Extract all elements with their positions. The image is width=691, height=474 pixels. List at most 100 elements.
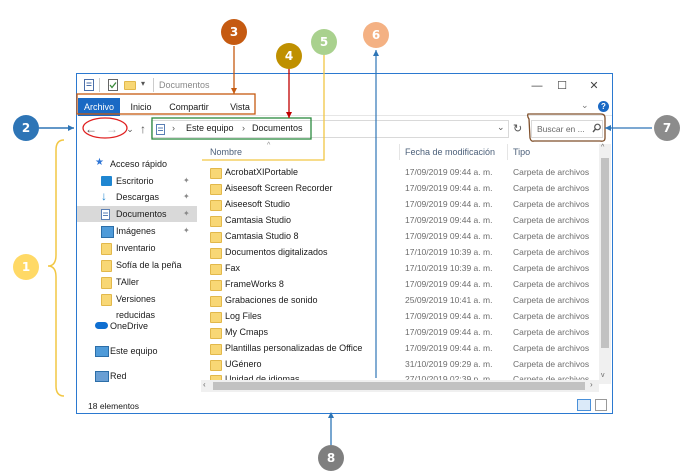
sidebar-item-label: Sofía de la peña [116, 260, 182, 270]
details-view-icon[interactable] [577, 399, 591, 411]
checkmark-document-icon[interactable] [107, 79, 119, 91]
sidebar-item-escritorio[interactable]: Escritorio ✦ [77, 173, 197, 189]
sidebar-item-onedrive[interactable]: OneDrive [77, 318, 197, 334]
folder-icon [210, 280, 222, 291]
close-button[interactable]: ✕ [579, 77, 609, 95]
sidebar-item-label: Escritorio [116, 176, 154, 186]
sidebar-item-red[interactable]: Red [77, 368, 197, 384]
table-row[interactable]: Plantillas personalizadas de Office 17/09… [201, 341, 599, 357]
table-row[interactable]: Documentos digitalizados 17/10/2019 10:39… [201, 245, 599, 261]
file-date: 17/09/2019 09:44 a. m. [405, 311, 493, 321]
table-row[interactable]: AcrobatXIPortable 17/09/2019 09:44 a. m. C… [201, 165, 599, 181]
pin-icon[interactable]: ✦ [183, 206, 190, 222]
breadcrumb-separator-2: › [242, 123, 245, 133]
column-header-type[interactable]: Tipo [513, 147, 530, 157]
tab-archivo[interactable]: Archivo [78, 98, 120, 116]
table-row[interactable]: Aiseesoft Studio 17/09/2019 09:44 a. m. Ca… [201, 197, 599, 213]
file-date: 17/09/2019 09:44 a. m. [405, 231, 493, 241]
table-row[interactable]: Fax 17/10/2019 10:39 a. m. Carpeta de arch… [201, 261, 599, 277]
sidebar-item-label: Este equipo [110, 346, 158, 356]
qat-divider [99, 78, 100, 92]
pin-icon[interactable]: ✦ [183, 189, 190, 205]
folder-icon [210, 344, 222, 355]
sidebar-item-este-equipo[interactable]: Este equipo [77, 343, 197, 359]
sidebar-item-label: Imágenes [116, 226, 156, 236]
folder-icon [210, 264, 222, 275]
refresh-icon[interactable]: ↻ [513, 122, 522, 135]
callout-3: 3 [221, 19, 247, 45]
sidebar-item-documentos[interactable]: Documentos ✦ [77, 206, 197, 222]
up-arrow-icon[interactable]: ↑ [135, 121, 151, 137]
folder-icon [210, 184, 222, 195]
sidebar-item-descargas[interactable]: ↓ Descargas ✦ [77, 189, 197, 205]
sidebar-item-label: Descargas [116, 192, 160, 202]
search-icon[interactable] [592, 123, 601, 136]
scroll-up-icon[interactable]: ^ [601, 144, 604, 151]
properties-icon[interactable] [83, 79, 95, 91]
breadcrumb-este-equipo[interactable]: Este equipo [186, 123, 234, 133]
breadcrumb-documentos[interactable]: Documentos [252, 123, 303, 133]
new-folder-icon[interactable] [124, 81, 136, 90]
file-date: 17/10/2019 10:39 a. m. [405, 247, 493, 257]
address-bar[interactable]: › Este equipo › Documentos ⌄ [151, 120, 509, 138]
callout-1: 1 [13, 254, 39, 280]
table-row[interactable]: Camtasia Studio 17/09/2019 09:44 a. m. Car… [201, 213, 599, 229]
address-dropdown-icon[interactable]: ⌄ [497, 122, 505, 133]
sidebar-item-sofia-de-la-pena[interactable]: Sofía de la peña [77, 257, 197, 273]
file-name: Grabaciones de sonido [225, 295, 318, 305]
table-row[interactable]: Camtasia Studio 8 17/09/2019 09:44 a. m. C… [201, 229, 599, 245]
search-box[interactable]: Buscar en ... [531, 120, 603, 138]
file-type: Carpeta de archivos [513, 183, 590, 193]
file-name: Fax [225, 263, 241, 273]
file-date: 31/10/2019 09:29 a. m. [405, 359, 493, 369]
ribbon-expand-icon[interactable]: ⌄ [581, 100, 589, 111]
folder-icon [210, 232, 222, 243]
sidebar-item-imagenes[interactable]: Imágenes ✦ [77, 223, 197, 239]
scroll-left-icon[interactable]: ‹ [203, 380, 206, 389]
folder-icon [210, 296, 222, 307]
maximize-button[interactable]: ☐ [547, 77, 577, 95]
scroll-thumb[interactable] [213, 382, 585, 390]
file-explorer-window: ▾ Documentos — ☐ ✕ Archivo Inicio Compar… [76, 73, 613, 414]
column-header-date[interactable]: Fecha de modificación [405, 147, 495, 157]
file-type: Carpeta de archivos [513, 263, 590, 273]
large-icons-view-icon[interactable] [595, 399, 607, 411]
table-row[interactable]: FrameWorks 8 17/09/2019 09:44 a. m. Carpet… [201, 277, 599, 293]
folder-icon [101, 260, 112, 272]
sidebar-item-versiones-reducidas[interactable]: Versiones reducidas [77, 291, 197, 320]
file-type: Carpeta de archivos [513, 167, 590, 177]
sidebar-item-label: Red [110, 371, 127, 381]
table-row[interactable]: UGénero 31/10/2019 09:29 a. m. Carpeta de … [201, 357, 599, 373]
help-icon[interactable]: ? [598, 101, 609, 112]
pin-icon[interactable]: ✦ [183, 223, 190, 239]
sidebar-item-inventario[interactable]: Inventario [77, 240, 197, 256]
back-arrow-icon[interactable]: ← [83, 121, 99, 137]
file-date: 17/09/2019 09:44 a. m. [405, 215, 493, 225]
cloud-icon [95, 322, 108, 329]
table-row[interactable]: My Cmaps 17/09/2019 09:44 a. m. Carpeta de… [201, 325, 599, 341]
tab-compartir[interactable]: Compartir [165, 98, 213, 116]
folder-icon [101, 243, 112, 255]
tab-inicio[interactable]: Inicio [125, 98, 157, 116]
column-header-name[interactable]: Nombre [210, 147, 242, 157]
table-row[interactable]: Grabaciones de sonido 25/09/2019 10:41 a.… [201, 293, 599, 309]
breadcrumb-separator: › [172, 123, 175, 133]
sidebar-item-taller[interactable]: TAller [77, 274, 197, 290]
table-row[interactable]: Aiseesoft Screen Recorder 17/09/2019 09:4… [201, 181, 599, 197]
tab-vista[interactable]: Vista [225, 98, 255, 116]
forward-arrow-icon[interactable]: → [104, 121, 120, 137]
customize-qat-icon[interactable]: ▾ [141, 79, 145, 88]
scroll-down-icon[interactable]: v [601, 372, 605, 379]
sidebar-item-label: TAller [116, 277, 139, 287]
pin-icon[interactable]: ✦ [183, 173, 190, 189]
callout-4: 4 [276, 43, 302, 69]
column-divider [399, 144, 400, 160]
scroll-thumb[interactable] [601, 158, 609, 348]
horizontal-scrollbar[interactable]: ‹ › [201, 380, 599, 392]
scroll-right-icon[interactable]: › [590, 380, 593, 389]
item-count: 18 elementos [88, 401, 140, 411]
table-row[interactable]: Log Files 17/09/2019 09:44 a. m. Carpeta d… [201, 309, 599, 325]
sidebar-item-acceso-rapido[interactable]: ★ Acceso rápido [77, 156, 197, 172]
vertical-scrollbar[interactable]: ^ v [599, 144, 611, 384]
file-date: 25/09/2019 10:41 a. m. [405, 295, 493, 305]
